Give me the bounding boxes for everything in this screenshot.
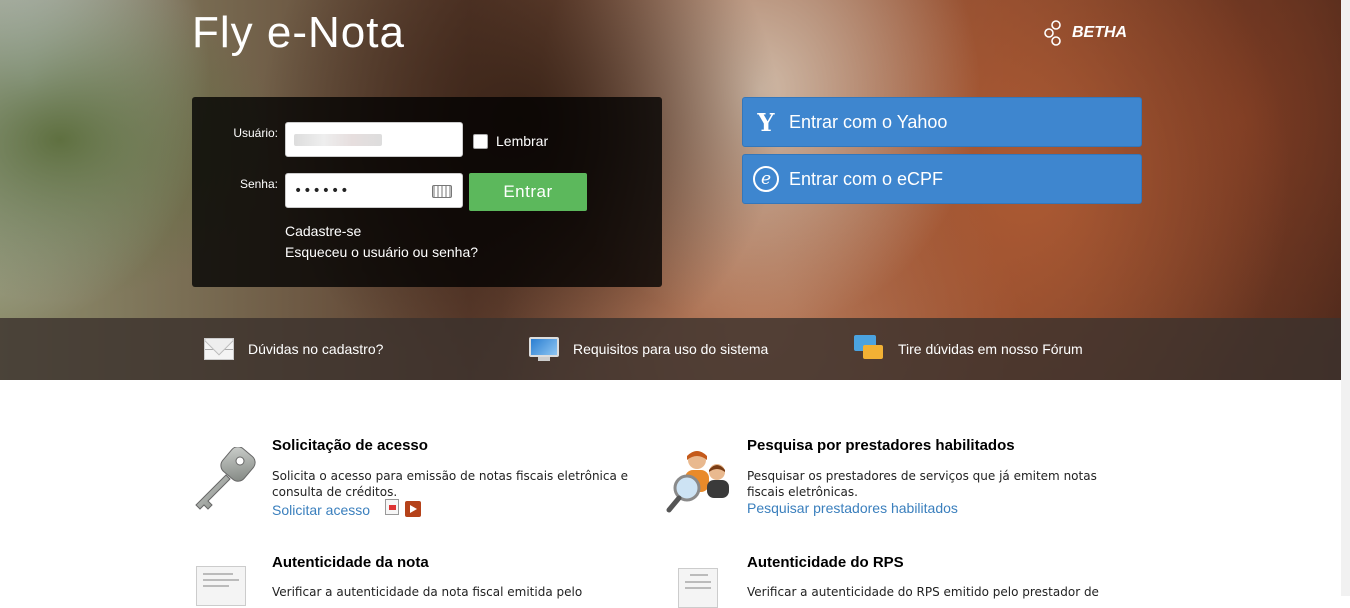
video-play-icon[interactable] <box>405 501 421 517</box>
search-people-icon <box>666 451 729 513</box>
yahoo-login-button[interactable]: Y Entrar com o Yahoo <box>742 97 1142 147</box>
info-register-help[interactable]: Dúvidas no cadastro? <box>204 318 383 380</box>
username-value-redacted <box>294 133 382 146</box>
vendor-logo-text: BETHA <box>1072 24 1128 41</box>
providers-search-link[interactable]: Pesquisar prestadores habilitados <box>747 500 958 516</box>
info-forum-label: Tire dúvidas em nosso Fórum <box>898 341 1083 357</box>
forum-icon <box>854 335 884 363</box>
betha-logo-icon <box>1044 20 1061 46</box>
info-forum[interactable]: Tire dúvidas em nosso Fórum <box>854 318 1083 380</box>
pdf-icon[interactable] <box>385 499 399 515</box>
rps-authenticity-text: Verificar a autenticidade do RPS emitido… <box>747 585 1099 599</box>
providers-search-text: Pesquisar os prestadores de serviços que… <box>747 469 1097 499</box>
access-request-title: Solicitação de acesso <box>272 437 428 454</box>
password-mask: •••••• <box>294 182 350 199</box>
invoice-icon <box>196 566 246 606</box>
login-panel: Usuário: Lembrar Senha: •••••• Entrar Ca… <box>192 97 662 287</box>
rps-authenticity-title: Autenticidade do RPS <box>747 554 904 571</box>
ecpf-icon: e <box>753 166 779 192</box>
vendor-logo: BETHA <box>1044 20 1127 46</box>
username-input[interactable] <box>285 122 463 157</box>
yahoo-icon: Y <box>757 107 775 137</box>
info-register-help-label: Dúvidas no cadastro? <box>248 341 384 357</box>
providers-search-title: Pesquisa por prestadores habilitados <box>747 437 1015 454</box>
invoice-authenticity-text: Verificar a autenticidade da nota fiscal… <box>272 585 583 599</box>
receipt-icon <box>678 568 718 608</box>
key-icon <box>195 447 256 510</box>
user-label: Usuário: <box>233 126 278 140</box>
brand-title: Fly e-Nota <box>192 8 405 57</box>
ecpf-login-button[interactable]: e Entrar com o eCPF <box>742 154 1142 204</box>
monitor-icon <box>529 337 559 361</box>
password-input[interactable]: •••••• <box>285 173 463 208</box>
envelope-icon <box>204 338 234 360</box>
access-request-text: Solicita o acesso para emissão de notas … <box>272 469 629 499</box>
forgot-password-link[interactable]: Esqueceu o usuário ou senha? <box>285 244 478 260</box>
remember-checkbox[interactable] <box>473 133 488 149</box>
remember-me[interactable]: Lembrar <box>473 133 548 149</box>
ecpf-login-label: Entrar com o eCPF <box>789 168 944 189</box>
remember-label: Lembrar <box>496 133 549 149</box>
info-system-requirements-label: Requisitos para uso do sistema <box>573 341 769 357</box>
virtual-keyboard-icon[interactable] <box>432 185 452 198</box>
register-link[interactable]: Cadastre-se <box>285 223 361 239</box>
info-system-requirements[interactable]: Requisitos para uso do sistema <box>529 318 768 380</box>
access-request-link[interactable]: Solicitar acesso <box>272 502 370 518</box>
invoice-authenticity-title: Autenticidade da nota <box>272 554 429 571</box>
login-button[interactable]: Entrar <box>469 173 587 211</box>
password-label: Senha: <box>239 177 278 191</box>
yahoo-login-label: Entrar com o Yahoo <box>789 111 948 132</box>
page-scrollbar[interactable] <box>1341 0 1350 596</box>
